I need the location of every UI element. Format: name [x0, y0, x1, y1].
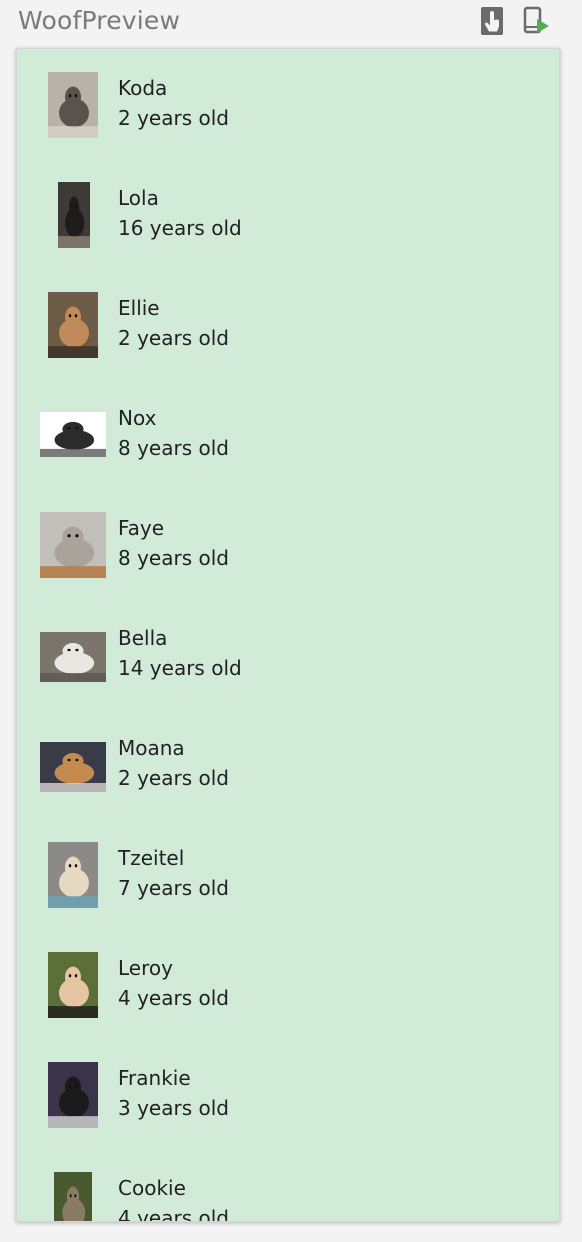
dog-name: Nox [118, 406, 157, 430]
dog-age: 14 years old [118, 656, 242, 680]
device-run-icon [523, 6, 549, 34]
dog-age: 16 years old [118, 216, 242, 240]
dog-age: 2 years old [118, 106, 229, 130]
dog-age: 2 years old [118, 326, 229, 350]
compose-preview-canvas[interactable]: Koda 2 years old Lola 16 years old Ellie 2 ye… [16, 48, 560, 1222]
dog-list-item: Cookie 4 years old [17, 1149, 559, 1222]
dog-list-item: Frankie 3 years old [17, 1039, 559, 1149]
dog-age: 2 years old [118, 766, 229, 790]
dog-name: Koda [118, 76, 168, 100]
dog-name: Cookie [118, 1176, 186, 1200]
dog-name: Tzeitel [118, 846, 185, 870]
dog-age: 4 years old [118, 986, 229, 1010]
dog-age: 4 years old [118, 1206, 229, 1222]
dog-photo [54, 1172, 92, 1221]
dog-photo [40, 512, 106, 578]
dog-photo [40, 412, 106, 457]
touch-hand-icon [481, 7, 503, 35]
dog-list-item: Ellie 2 years old [17, 269, 559, 379]
dog-name: Moana [118, 736, 185, 760]
dog-photo [48, 72, 98, 138]
dog-age: 8 years old [118, 436, 229, 460]
dog-photo [48, 1062, 98, 1128]
dog-name: Faye [118, 516, 165, 540]
dog-photo [40, 632, 106, 682]
dog-photo [58, 182, 90, 248]
preview-toolbar: WoofPreview [0, 0, 582, 46]
dog-list-item: Lola 16 years old [17, 159, 559, 269]
dog-age: 8 years old [118, 546, 229, 570]
preview-title: WoofPreview [18, 6, 181, 35]
dog-name: Lola [118, 186, 159, 210]
deploy-to-device-button[interactable] [522, 6, 552, 36]
dog-age: 3 years old [118, 1096, 229, 1120]
dog-name: Leroy [118, 956, 173, 980]
dog-age: 7 years old [118, 876, 229, 900]
dog-photo [40, 742, 106, 792]
dog-list-item: Tzeitel 7 years old [17, 819, 559, 929]
dog-list-item: Moana 2 years old [17, 709, 559, 819]
dog-name: Frankie [118, 1066, 191, 1090]
dog-photo [48, 952, 98, 1018]
dog-photo [48, 842, 98, 908]
interactive-mode-button[interactable] [477, 6, 507, 36]
dog-list-item: Leroy 4 years old [17, 929, 559, 1039]
dog-name: Bella [118, 626, 168, 650]
dog-list-item: Nox 8 years old [17, 379, 559, 489]
dog-name: Ellie [118, 296, 160, 320]
dog-list-item: Koda 2 years old [17, 49, 559, 159]
dog-photo [48, 292, 98, 358]
dog-list-item: Bella 14 years old [17, 599, 559, 709]
dog-list-item: Faye 8 years old [17, 489, 559, 599]
